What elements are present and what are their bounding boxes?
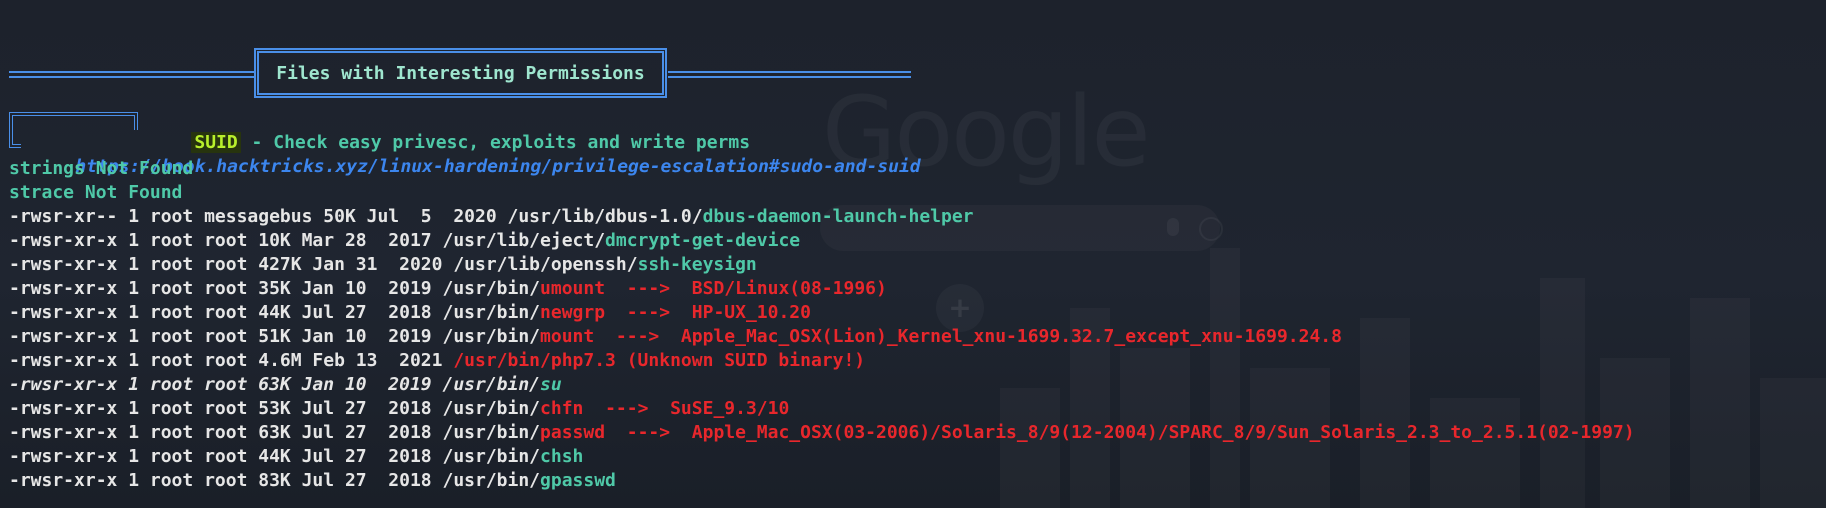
file-directory: /usr/bin/ <box>442 446 541 467</box>
file-name: dbus-daemon-launch-helper <box>702 206 974 227</box>
file-permission-info: -rwsr-xr-x 1 root root 44K Jul 27 2018 <box>9 302 443 323</box>
file-permission-info: -rwsr-xr-x 1 root root 51K Jan 10 2019 <box>9 326 443 347</box>
file-permission-info: -rwsr-xr-x 1 root root 10K Mar 28 2017 <box>9 230 443 251</box>
suid-file-entry: -rwsr-xr-x 1 root root 51K Jan 10 2019 /… <box>9 326 1342 348</box>
file-directory: /usr/bin/ <box>442 470 541 491</box>
file-name: su <box>540 374 562 395</box>
section-header: SUID - Check easy privesc, exploits and … <box>148 110 750 153</box>
file-permission-info: -rwsr-xr-x 1 root root 35K Jan 10 2019 <box>9 278 443 299</box>
file-permission-info: -rwsr-xr-x 1 root root 44K Jul 27 2018 <box>9 446 443 467</box>
file-permission-info: -rwsr-xr-x 1 root root 4.6M Feb 13 2021 <box>9 350 454 371</box>
file-permission-info: -rwsr-xr-- 1 root messagebus 50K Jul 5 2… <box>9 206 508 227</box>
file-permission-info: -rwsr-xr-x 1 root root 427K Jan 31 2020 <box>9 254 454 275</box>
exploit-arrow: ---> <box>605 302 692 323</box>
file-name: passwd <box>540 422 606 443</box>
file-directory: /usr/lib/dbus-1.0/ <box>507 206 703 227</box>
file-directory: /usr/bin/ <box>442 374 541 395</box>
file-permission-info: -rwsr-xr-x 1 root root 83K Jul 27 2018 <box>9 470 443 491</box>
terminal-window[interactable]: Google + Files with Interesting Permissi… <box>0 0 1826 508</box>
file-name: chfn <box>540 398 584 419</box>
file-name: /usr/bin/php7.3 (Unknown SUID binary!) <box>453 350 866 371</box>
known-exploit: HP-UX_10.20 <box>691 302 811 323</box>
file-directory: /usr/bin/ <box>442 278 541 299</box>
background-camera-icon <box>1199 217 1223 241</box>
file-directory: /usr/lib/openssh/ <box>453 254 638 275</box>
exploit-arrow: ---> <box>605 278 692 299</box>
file-name: chsh <box>540 446 584 467</box>
file-directory: /usr/lib/eject/ <box>442 230 606 251</box>
banner-box: Files with Interesting Permissions <box>254 48 667 98</box>
file-permission-info: -rwsr-xr-x 1 root root 53K Jul 27 2018 <box>9 398 443 419</box>
banner-rule-right <box>668 71 911 78</box>
file-name: dmcrypt-get-device <box>605 230 801 251</box>
file-directory: /usr/bin/ <box>442 422 541 443</box>
exploit-arrow: ---> <box>594 326 681 347</box>
exploit-arrow: ---> <box>605 422 692 443</box>
file-name: gpasswd <box>540 470 616 491</box>
section-corner-decoration <box>9 130 21 148</box>
suid-file-entry: -rwsr-xr-x 1 root root 53K Jul 27 2018 /… <box>9 398 789 420</box>
section-box-decoration <box>9 112 138 130</box>
file-name: mount <box>540 326 595 347</box>
suid-file-entry: -rwsr-xr-- 1 root messagebus 50K Jul 5 2… <box>9 206 974 228</box>
section-url-link[interactable]: https://book.hacktricks.xyz/linux-harden… <box>75 156 920 177</box>
known-exploit: Apple_Mac_OSX(03-2006)/Solaris_8/9(12-20… <box>691 422 1635 443</box>
file-permission-info: -rwsr-xr-x 1 root root 63K Jan 10 2019 <box>9 374 443 395</box>
exploit-arrow: ---> <box>583 398 671 419</box>
suid-file-entry: -rwsr-xr-x 1 root root 44K Jul 27 2018 /… <box>9 446 583 468</box>
file-permission-info: -rwsr-xr-x 1 root root 63K Jul 27 2018 <box>9 422 443 443</box>
section-url-line: https://book.hacktricks.xyz/linux-harden… <box>32 134 920 177</box>
banner-title: Files with Interesting Permissions <box>276 62 645 84</box>
file-directory: /usr/bin/ <box>442 302 541 323</box>
suid-file-entry: -rwsr-xr-x 1 root root 35K Jan 10 2019 /… <box>9 278 887 300</box>
file-name: newgrp <box>540 302 606 323</box>
known-exploit: SuSE_9.3/10 <box>670 398 790 419</box>
known-exploit: Apple_Mac_OSX(Lion)_Kernel_xnu-1699.32.7… <box>680 326 1342 347</box>
suid-file-entry: -rwsr-xr-x 1 root root 10K Mar 28 2017 /… <box>9 230 800 252</box>
suid-file-entry: -rwsr-xr-x 1 root root 4.6M Feb 13 2021 … <box>9 350 865 372</box>
suid-file-entry: -rwsr-xr-x 1 root root 63K Jan 10 2019 /… <box>9 374 562 396</box>
file-name: ssh-keysign <box>637 254 757 275</box>
file-name: umount <box>540 278 606 299</box>
suid-file-entry: -rwsr-xr-x 1 root root 44K Jul 27 2018 /… <box>9 302 811 324</box>
background-plus-icon: + <box>936 284 984 332</box>
suid-file-entry: -rwsr-xr-x 1 root root 83K Jul 27 2018 /… <box>9 470 616 492</box>
background-skyline <box>980 208 1826 508</box>
notice-line: strings Not Found <box>9 158 194 179</box>
suid-file-entry: -rwsr-xr-x 1 root root 427K Jan 31 2020 … <box>9 254 757 276</box>
banner-rule-left <box>9 71 255 78</box>
known-exploit: BSD/Linux(08-1996) <box>691 278 887 299</box>
background-mic-icon <box>1167 218 1179 236</box>
suid-file-entry: -rwsr-xr-x 1 root root 63K Jul 27 2018 /… <box>9 422 1635 444</box>
file-directory: /usr/bin/ <box>442 398 541 419</box>
file-directory: /usr/bin/ <box>442 326 541 347</box>
notice-line: strace Not Found <box>9 182 183 203</box>
